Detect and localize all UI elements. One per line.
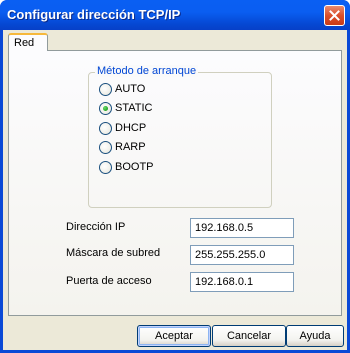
radio-button-unchecked[interactable] [99,82,112,96]
close-icon [329,10,340,21]
dialog-client-area: Red Método de arranque AUTO STATIC DHCP [3,30,347,350]
radio-label: BOOTP [115,161,154,173]
tab-panel-red: Método de arranque AUTO STATIC DHCP RARP [8,50,342,316]
boot-method-group: Método de arranque AUTO STATIC DHCP RARP [88,65,272,208]
radio-button-unchecked[interactable] [99,160,112,174]
tab-label: Red [14,37,35,49]
help-button[interactable]: Ayuda [286,325,344,347]
ip-address-label: Dirección IP [66,221,126,233]
subnet-mask-label: Máscara de subred [66,247,161,259]
dialog-window: Configurar dirección TCP/IP Red Método d… [0,0,350,353]
radio-button-unchecked[interactable] [99,121,112,135]
radio-bootp[interactable]: BOOTP [99,159,154,175]
radio-dhcp[interactable]: DHCP [99,120,146,136]
tab-red[interactable]: Red [8,33,48,51]
cancel-button[interactable]: Cancelar [212,325,286,347]
title-bar[interactable]: Configurar dirección TCP/IP [0,0,350,30]
radio-static[interactable]: STATIC [99,100,152,116]
radio-button-unchecked[interactable] [99,140,112,154]
ip-address-input[interactable] [190,218,294,238]
radio-dot-icon [103,105,108,111]
radio-label: DHCP [115,122,147,134]
gateway-label: Puerta de acceso [66,275,152,287]
subnet-mask-input[interactable] [190,245,294,265]
radio-auto[interactable]: AUTO [99,81,145,97]
radio-rarp[interactable]: RARP [99,139,146,155]
radio-label: AUTO [115,83,146,95]
radio-label: RARP [115,141,146,153]
boot-method-legend: Método de arranque [95,65,199,77]
gateway-input[interactable] [190,272,294,292]
window-title: Configurar dirección TCP/IP [7,7,181,22]
close-button[interactable] [324,5,345,26]
radio-button-checked[interactable] [99,101,112,115]
radio-label: STATIC [115,102,153,114]
accept-button[interactable]: Aceptar [137,325,211,347]
